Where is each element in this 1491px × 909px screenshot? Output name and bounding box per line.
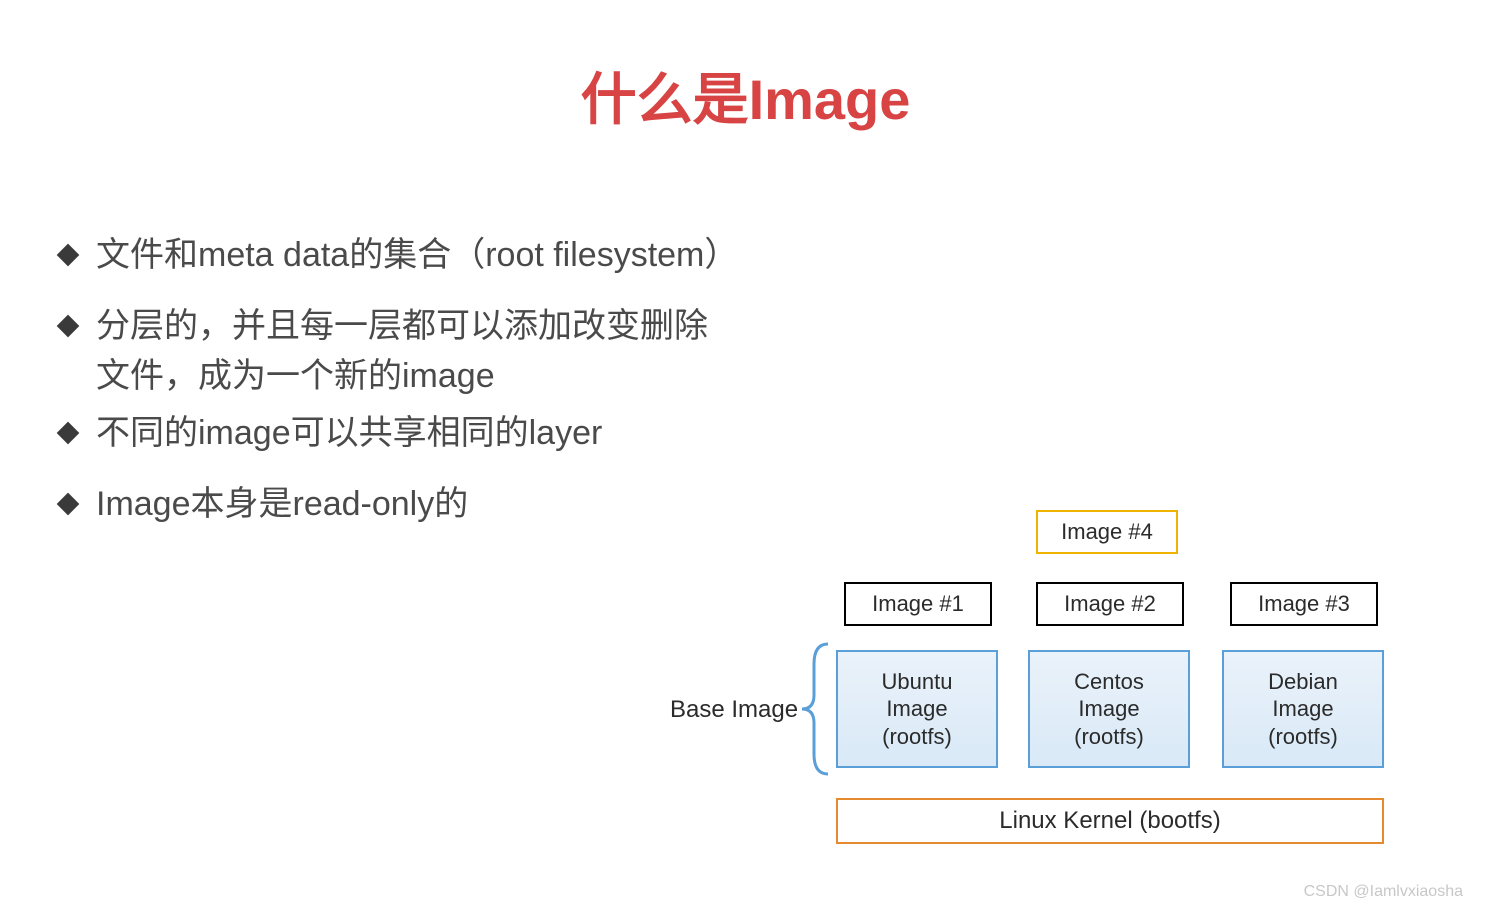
diamond-icon <box>57 315 80 338</box>
bullet-text: 文件和meta data的集合（root filesystem） <box>96 231 738 280</box>
image2-tag: Image #2 <box>1036 582 1184 626</box>
bullet-item: 文件和meta data的集合（root filesystem） <box>60 231 1491 280</box>
debian-box: Debian Image (rootfs) <box>1222 650 1384 768</box>
image-layer-diagram: Image #4 Image #1 Image #2 Image #3 Ubun… <box>650 510 1450 890</box>
centos-box: Centos Image (rootfs) <box>1028 650 1190 768</box>
diamond-icon <box>57 422 80 445</box>
watermark: CSDN @Iamlvxiaosha <box>1304 883 1463 901</box>
diamond-icon <box>57 244 80 267</box>
diamond-icon <box>57 493 80 516</box>
ubuntu-box: Ubuntu Image (rootfs) <box>836 650 998 768</box>
kernel-box: Linux Kernel (bootfs) <box>836 798 1384 844</box>
bullet-item: 不同的image可以共享相同的layer <box>60 409 1491 458</box>
bullet-item: 分层的，并且每一层都可以添加改变删除文件，成为一个新的image <box>60 302 1491 401</box>
base-image-label: Base Image <box>670 696 798 724</box>
image1-tag: Image #1 <box>844 582 992 626</box>
image3-tag: Image #3 <box>1230 582 1378 626</box>
image4-tag: Image #4 <box>1036 510 1178 554</box>
bullet-text: Image本身是read-only的 <box>96 480 468 529</box>
brace-icon <box>798 640 834 778</box>
bullet-text: 分层的，并且每一层都可以添加改变删除文件，成为一个新的image <box>96 302 736 401</box>
slide-title: 什么是Image <box>0 55 1491 136</box>
bullet-list: 文件和meta data的集合（root filesystem） 分层的，并且每… <box>60 231 1491 529</box>
bullet-text: 不同的image可以共享相同的layer <box>96 409 602 458</box>
